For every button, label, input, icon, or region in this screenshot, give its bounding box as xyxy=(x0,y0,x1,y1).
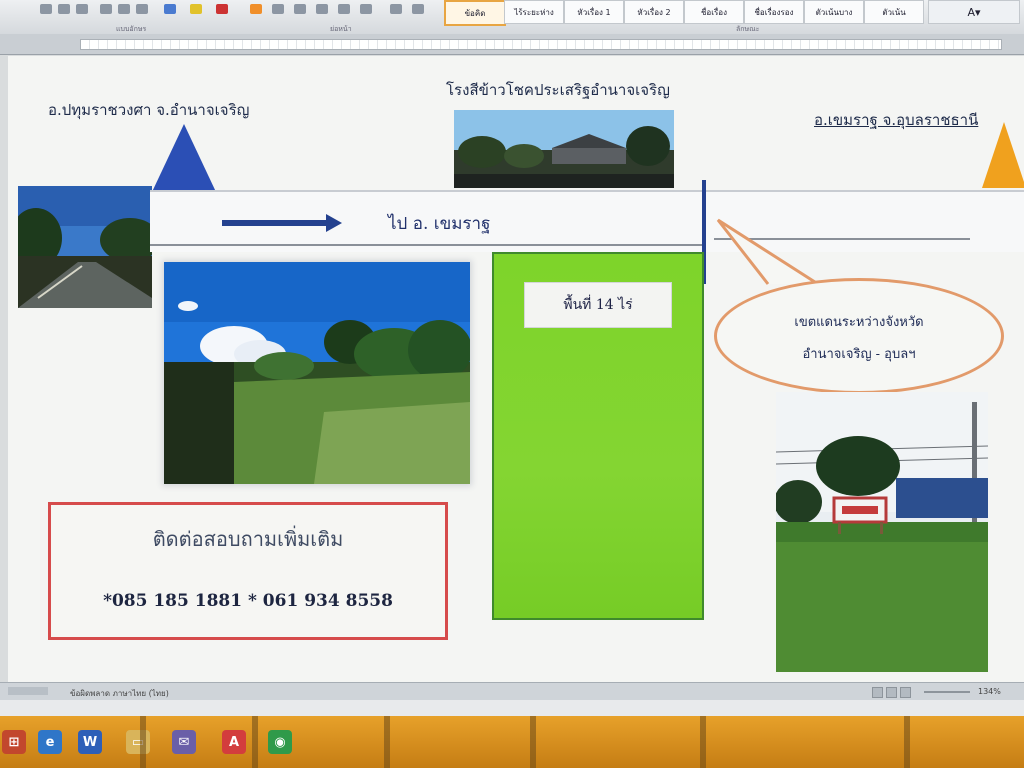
road-photo xyxy=(18,186,152,308)
strikethrough-button[interactable] xyxy=(100,4,112,14)
print-layout-view-button[interactable] xyxy=(872,687,883,698)
bubble-line-2: อำนาจเจริญ - อุบลฯ xyxy=(802,347,916,362)
style-no-spacing[interactable]: ไร้ระยะห่าง xyxy=(504,0,564,24)
document-page[interactable]: อ.ปทุมราชวงศา จ.อำนาจเจริญ โรงสีข้าวโชคป… xyxy=(8,56,1024,682)
land-plot: พื้นที่ 14 ไร่ xyxy=(492,252,704,620)
direction-arrow-icon xyxy=(326,214,342,232)
bold-button[interactable] xyxy=(40,4,52,14)
location-marker-triangle-blue xyxy=(152,124,216,192)
style-title[interactable]: ชื่อเรื่อง xyxy=(684,0,744,24)
internet-explorer-icon[interactable]: e xyxy=(38,730,62,754)
road-direction-label: ไป อ. เขมราฐ xyxy=(388,214,491,234)
ribbon: ข้อคิด ไร้ระยะห่าง หัวเรื่อง 1 หัวเรื่อง… xyxy=(0,0,1024,35)
justify-button[interactable] xyxy=(360,4,372,14)
adobe-icon[interactable]: A xyxy=(222,730,246,754)
status-bar: ข้อผิดพลาด ภาษาไทย (ไทย) 134% xyxy=(0,682,1024,701)
taskbar-separator xyxy=(700,716,706,768)
style-subtle-emphasis[interactable]: ตัวเน้นบาง xyxy=(804,0,864,24)
sign-photo xyxy=(776,392,988,672)
heading-center: โรงสีข้าวโชคประเสริฐอำนาจเจริญ xyxy=(446,81,670,99)
font-color-button[interactable] xyxy=(216,4,228,14)
boundary-callout-bubble: เขตแดนระหว่างจังหวัด อำนาจเจริญ - อุบลฯ xyxy=(714,278,1004,394)
subscript-button[interactable] xyxy=(118,4,130,14)
taskbar-separator xyxy=(252,716,258,768)
ruler-track xyxy=(80,39,1002,50)
start-button-icon[interactable]: ⊞ xyxy=(2,730,26,754)
contact-phone-numbers: *085 185 1881 * 061 934 8558 xyxy=(103,591,393,611)
horizontal-ruler[interactable] xyxy=(0,34,1024,55)
heading-left: อ.ปทุมราชวงศา จ.อำนาจเจริญ xyxy=(48,101,250,119)
bullets-button[interactable] xyxy=(250,4,262,14)
italic-button[interactable] xyxy=(58,4,70,14)
screen-bezel-strip xyxy=(0,700,1024,716)
divider-line-left xyxy=(150,244,704,246)
change-styles-button[interactable]: A▾ xyxy=(928,0,1020,24)
align-left-button[interactable] xyxy=(294,4,306,14)
full-screen-view-button[interactable] xyxy=(886,687,897,698)
mail-icon[interactable]: ✉ xyxy=(172,730,196,754)
style-heading-2[interactable]: หัวเรื่อง 2 xyxy=(624,0,684,24)
style-subtitle[interactable]: ชื่อเรื่องรอง xyxy=(744,0,804,24)
rice-mill-photo xyxy=(454,110,674,188)
field-photo xyxy=(164,262,470,484)
style-normal[interactable]: ข้อคิด xyxy=(444,0,506,26)
zoom-slider[interactable] xyxy=(924,691,970,693)
status-language[interactable]: ข้อผิดพลาด ภาษาไทย (ไทย) xyxy=(70,687,169,700)
taskbar-separator xyxy=(140,716,146,768)
taskbar-separator xyxy=(904,716,910,768)
direction-arrow-shaft xyxy=(222,220,326,226)
superscript-button[interactable] xyxy=(136,4,148,14)
shading-button[interactable] xyxy=(412,4,424,14)
align-center-button[interactable] xyxy=(316,4,328,14)
taskbar-separator xyxy=(384,716,390,768)
zoom-level[interactable]: 134% xyxy=(978,687,1001,696)
contact-box: ติดต่อสอบถามเพิ่มเติม *085 185 1881 * 06… xyxy=(48,502,448,640)
page-indicator[interactable] xyxy=(8,687,48,695)
align-right-button[interactable] xyxy=(338,4,350,14)
chrome-icon[interactable]: ◉ xyxy=(268,730,292,754)
numbering-button[interactable] xyxy=(272,4,284,14)
style-heading-1[interactable]: หัวเรื่อง 1 xyxy=(564,0,624,24)
line-spacing-button[interactable] xyxy=(390,4,402,14)
location-marker-triangle-orange xyxy=(982,122,1024,188)
heading-right: อ.เขมราฐ จ.อุบลราชธานี xyxy=(814,111,979,129)
bubble-line-1: เขตแดนระหว่างจังหวัด xyxy=(794,315,924,330)
change-styles-icon: A▾ xyxy=(967,5,981,19)
word-icon[interactable]: W xyxy=(78,730,102,754)
taskbar: ⊞ e W ▭ ✉ A ◉ xyxy=(0,716,1024,768)
highlight-button[interactable] xyxy=(190,4,202,14)
taskbar-separator xyxy=(530,716,536,768)
underline-button[interactable] xyxy=(76,4,88,14)
style-emphasis[interactable]: ตัวเน้น xyxy=(864,0,924,24)
contact-title: ติดต่อสอบถามเพิ่มเติม xyxy=(152,527,344,551)
text-effects-button[interactable] xyxy=(164,4,176,14)
web-layout-view-button[interactable] xyxy=(900,687,911,698)
folder-icon[interactable]: ▭ xyxy=(126,730,150,754)
area-label: พื้นที่ 14 ไร่ xyxy=(524,282,672,328)
